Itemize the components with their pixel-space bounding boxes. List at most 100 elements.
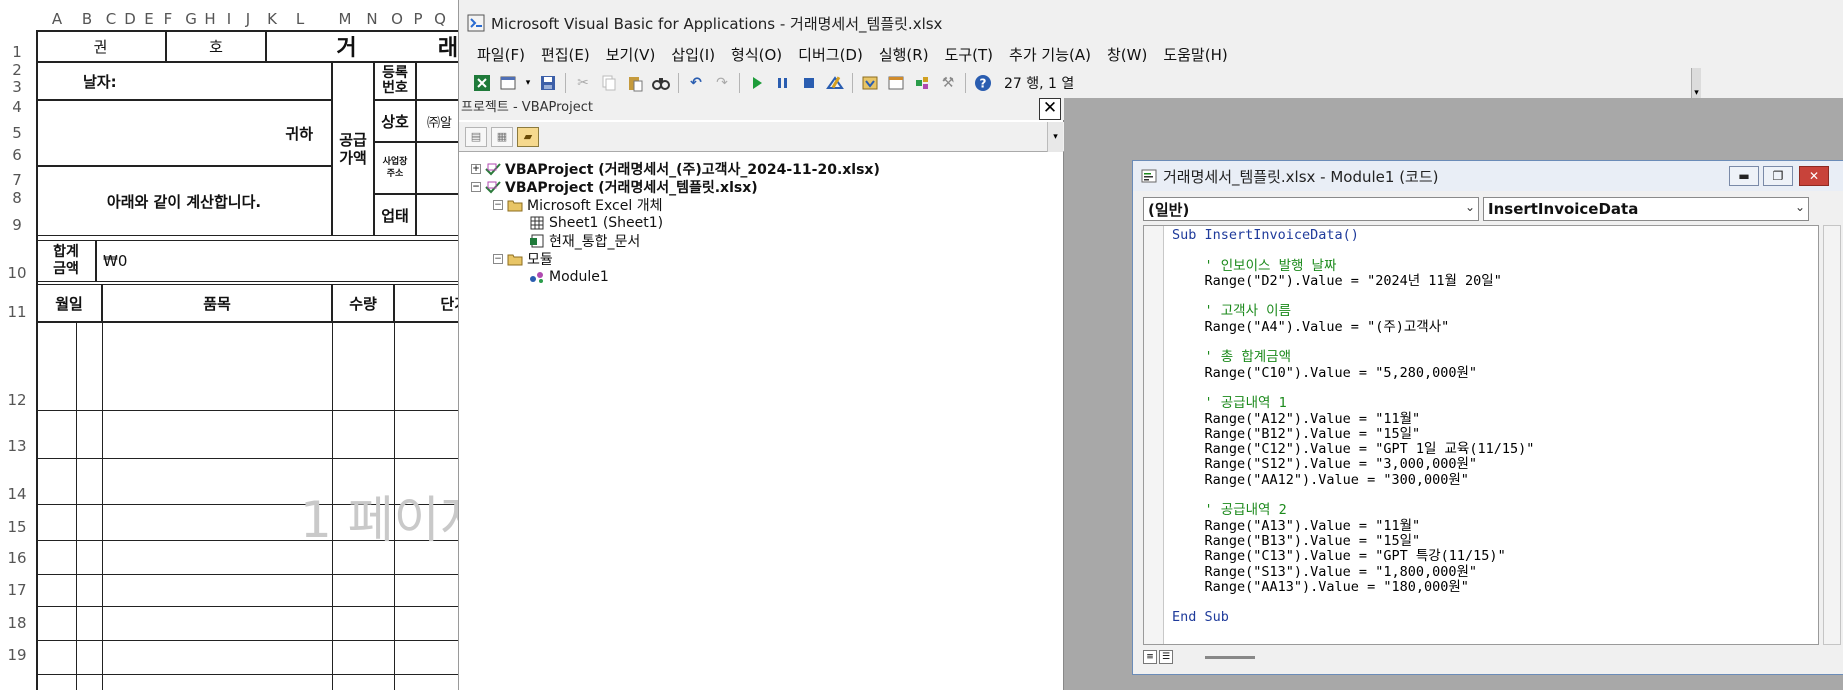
code-line[interactable]: Range("AA13").Value = "180,000원" — [1172, 579, 1534, 595]
code-line[interactable]: Range("A4").Value = "(주)고객사" — [1172, 319, 1534, 335]
code-line[interactable]: Range("S13").Value = "1,800,000원" — [1172, 564, 1534, 580]
cell-company-label[interactable]: 상호 — [374, 100, 416, 142]
toolbar-overflow-grip[interactable]: ▾ — [1691, 68, 1701, 98]
menu-item[interactable]: 편집(E) — [541, 44, 590, 65]
code-comment-line[interactable]: ' 총 합계금액 — [1172, 350, 1534, 366]
project-tree-item[interactable]: Sheet1 (Sheet1) — [515, 214, 663, 232]
restore-button[interactable]: ❐ — [1763, 166, 1793, 186]
code-line[interactable]: Range("A12").Value = "11월" — [1172, 411, 1534, 427]
close-button[interactable]: ✕ — [1799, 166, 1829, 186]
code-line[interactable] — [1172, 595, 1534, 610]
code-line[interactable]: Range("C12").Value = "GPT 1일 교육(11/15)" — [1172, 441, 1535, 457]
project-explorer-icon[interactable] — [859, 72, 881, 94]
code-line[interactable] — [1172, 488, 1534, 503]
project-tree-item[interactable]: − 모듈 — [493, 250, 553, 268]
collapse-icon[interactable]: − — [471, 182, 481, 192]
row-header[interactable]: 7 — [0, 171, 34, 189]
project-explorer-close-button[interactable]: ✕ — [1039, 98, 1061, 120]
cell-calc-text[interactable]: 아래와 같이 계산합니다. — [36, 166, 332, 236]
cell-biz-label[interactable]: 업태 — [374, 194, 416, 236]
code-line[interactable]: End Sub — [1172, 610, 1534, 626]
code-window-title-bar[interactable]: 거래명세서_템플릿.xlsx - Module1 (코드) ▬ ❐ ✕ — [1133, 161, 1843, 191]
cell-total-label[interactable]: 합계 금액 — [36, 240, 96, 282]
toggle-folders-icon[interactable]: ▰ — [517, 126, 539, 147]
code-window[interactable]: 거래명세서_템플릿.xlsx - Module1 (코드) ▬ ❐ ✕ (일반)… — [1132, 160, 1843, 675]
break-icon[interactable] — [772, 72, 794, 94]
column-header[interactable]: F — [158, 8, 178, 30]
row-header[interactable]: 12 — [0, 391, 34, 409]
cell-date-label[interactable]: 날자: — [36, 62, 332, 100]
project-tree-item[interactable]: Module1 — [515, 268, 609, 286]
object-combo[interactable]: (일반) ⌄ — [1143, 197, 1479, 221]
project-explorer-scroll-arrow[interactable]: ▾ — [1047, 122, 1063, 152]
menu-item[interactable]: 디버그(D) — [798, 44, 863, 65]
insert-userform-icon[interactable] — [497, 72, 519, 94]
menu-item[interactable]: 도움말(H) — [1163, 44, 1227, 65]
menu-item[interactable]: 창(W) — [1107, 44, 1147, 65]
cell-supplier-label[interactable]: 공급 가액 — [332, 62, 374, 236]
column-header[interactable]: H — [200, 8, 220, 30]
column-header[interactable]: M — [335, 8, 355, 30]
column-header[interactable]: O — [387, 8, 407, 30]
code-line[interactable]: Range("AA12").Value = "300,000원" — [1172, 472, 1534, 488]
project-tree-item[interactable]: − VBAProject (거래명세서_템플릿.xlsx) — [471, 178, 758, 196]
menu-item[interactable]: 삽입(I) — [671, 44, 715, 65]
horizontal-scrollbar-thumb[interactable] — [1205, 655, 1255, 659]
row-header[interactable]: 14 — [0, 485, 34, 503]
code-line[interactable]: Range("B12").Value = "15일" — [1172, 426, 1534, 442]
row-header[interactable]: 16 — [0, 549, 34, 567]
column-header[interactable]: D — [120, 8, 140, 30]
row-header[interactable]: 8 — [0, 189, 34, 207]
row-header[interactable]: 10 — [0, 264, 34, 282]
find-icon[interactable] — [650, 72, 672, 94]
vbe-title-bar[interactable]: Microsoft Visual Basic for Applications … — [459, 6, 1843, 40]
code-comment-line[interactable]: ' 고객사 이름 — [1172, 304, 1534, 320]
row-header[interactable]: 2 — [0, 61, 34, 79]
minimize-button[interactable]: ▬ — [1729, 166, 1759, 186]
object-browser-icon[interactable] — [911, 72, 933, 94]
help-icon[interactable]: ? — [972, 72, 994, 94]
code-line[interactable]: Range("S12").Value = "3,000,000원" — [1172, 457, 1534, 473]
row-header[interactable]: 9 — [0, 216, 34, 234]
column-header[interactable]: A — [47, 8, 67, 30]
code-line[interactable]: Range("C10").Value = "5,280,000원" — [1172, 365, 1534, 381]
design-mode-icon[interactable] — [824, 72, 846, 94]
row-header[interactable]: 15 — [0, 518, 34, 536]
dropdown-arrow-icon[interactable]: ▾ — [523, 72, 533, 94]
excel-sheet[interactable]: ABCDEFGHIJKLMNOPQ 1 2 3 4 5 6 7 8 9 10 11 12 13 14 15 1… — [0, 0, 486, 690]
code-line[interactable] — [1172, 289, 1534, 304]
column-header[interactable]: G — [181, 8, 201, 30]
column-header[interactable]: I — [219, 8, 239, 30]
code-editor[interactable]: Sub InsertInvoiceData() ' 인보이스 발행 날짜 Ran… — [1143, 225, 1819, 645]
code-line[interactable]: Range("D2").Value = "2024년 11월 20일" — [1172, 273, 1534, 289]
copy-icon[interactable] — [598, 72, 620, 94]
column-header[interactable]: C — [101, 8, 121, 30]
vba-editor-window[interactable]: Microsoft Visual Basic for Applications … — [458, 0, 1843, 690]
row-header[interactable]: 4 — [0, 98, 34, 116]
code-line[interactable] — [1172, 626, 1534, 641]
menu-item[interactable]: 형식(O) — [731, 44, 782, 65]
row-header[interactable]: 6 — [0, 146, 34, 164]
expand-icon[interactable]: + — [471, 164, 481, 174]
menu-item[interactable]: 실행(R) — [879, 44, 929, 65]
undo-icon[interactable]: ↶ — [685, 72, 707, 94]
code-line[interactable] — [1172, 381, 1534, 396]
code-vertical-scrollbar[interactable] — [1823, 225, 1841, 645]
cell-qty[interactable]: 수량 — [332, 284, 394, 322]
cut-icon[interactable]: ✂ — [572, 72, 594, 94]
code-comment-line[interactable]: ' 인보이스 발행 날짜 — [1172, 258, 1534, 274]
cell-ho[interactable]: 호 — [166, 30, 266, 62]
row-header[interactable]: 18 — [0, 614, 34, 632]
project-tree-item[interactable]: 현재_통합_문서 — [515, 232, 640, 250]
save-icon[interactable] — [537, 72, 559, 94]
row-header[interactable]: 5 — [0, 124, 34, 142]
toolbox-icon[interactable]: ⚒ — [937, 72, 959, 94]
code-comment-line[interactable]: ' 공급내역 1 — [1172, 395, 1534, 411]
cell-reg-label[interactable]: 등록 번호 — [374, 62, 416, 100]
reset-icon[interactable] — [798, 72, 820, 94]
column-header[interactable]: L — [290, 8, 310, 30]
collapse-icon[interactable]: − — [493, 200, 503, 210]
column-header[interactable]: N — [362, 8, 382, 30]
properties-window-icon[interactable] — [885, 72, 907, 94]
procedure-view-icon[interactable]: ≡ — [1143, 650, 1157, 664]
